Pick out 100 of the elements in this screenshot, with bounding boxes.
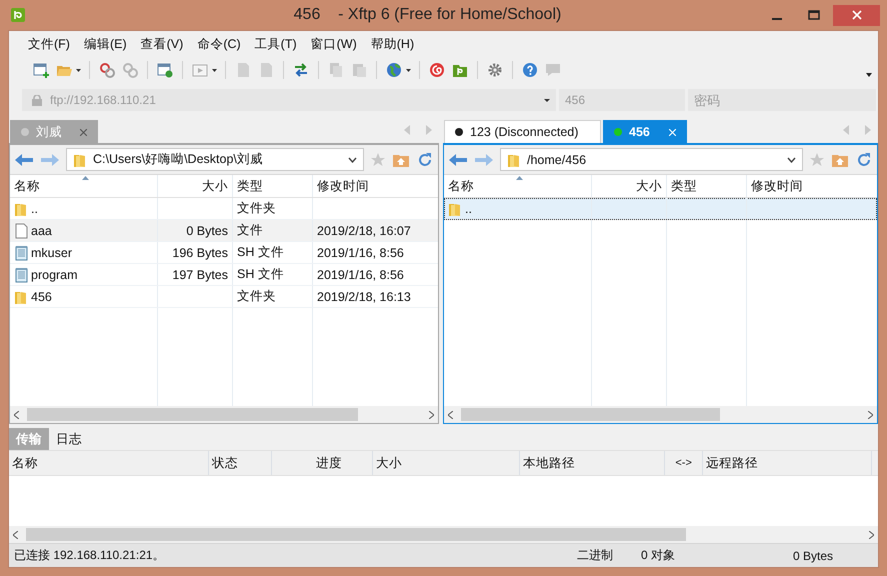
menu-item[interactable]: 查看(V) bbox=[136, 36, 188, 56]
bottom-tab[interactable]: 日志 bbox=[49, 428, 89, 450]
file-type: SH 文件 bbox=[237, 244, 284, 261]
star-icon[interactable] bbox=[810, 152, 824, 166]
column-header[interactable]: 类型 bbox=[233, 175, 313, 197]
script-file-icon bbox=[14, 244, 28, 260]
tab-right-icon[interactable] bbox=[426, 125, 432, 135]
forward-arrow-icon[interactable] bbox=[475, 152, 493, 166]
tab-right-icon[interactable] bbox=[865, 125, 871, 135]
column-header[interactable]: 修改时间 bbox=[313, 175, 438, 197]
file-type: SH 文件 bbox=[237, 266, 284, 283]
refresh-icon[interactable] bbox=[417, 152, 433, 168]
file-type: 文件夹 bbox=[237, 200, 276, 217]
scrollbar-thumb[interactable] bbox=[461, 408, 720, 421]
tab-label: 刘威 bbox=[36, 124, 62, 140]
help-icon[interactable] bbox=[522, 62, 538, 78]
tab-left-icon[interactable] bbox=[843, 125, 849, 135]
maximize-icon[interactable] bbox=[808, 10, 820, 20]
session-tab[interactable]: 123 (Disconnected) bbox=[444, 120, 601, 143]
home-folder-icon[interactable] bbox=[393, 152, 409, 166]
file-size: 0 Bytes bbox=[186, 224, 228, 238]
column-header[interactable]: 大小 bbox=[158, 175, 233, 197]
app-folder-icon[interactable] bbox=[452, 62, 468, 78]
dropdown-caret-icon[interactable] bbox=[76, 68, 81, 72]
home-folder-icon[interactable] bbox=[832, 152, 848, 166]
scroll-left-icon bbox=[13, 530, 18, 538]
swirl-icon[interactable] bbox=[429, 62, 445, 78]
column-header[interactable]: 状态 bbox=[208, 451, 272, 475]
settings-window-icon[interactable] bbox=[157, 62, 173, 78]
file-row[interactable]: aaa 0 Bytes 文件 2019/2/18, 16:07 bbox=[10, 220, 438, 242]
status-message: 已连接 192.168.110.21:21。 bbox=[14, 547, 165, 564]
modified-time: 2019/1/16, 8:56 bbox=[317, 246, 404, 260]
modified-time: 2019/2/18, 16:13 bbox=[317, 290, 411, 304]
column-header[interactable]: 类型 bbox=[667, 175, 747, 197]
menu-item[interactable]: 帮助(H) bbox=[366, 36, 420, 56]
file-name: 456 bbox=[31, 290, 52, 304]
file-row[interactable]: .. bbox=[444, 198, 877, 220]
menu-item[interactable]: 命令(C) bbox=[192, 36, 246, 56]
file-name: program bbox=[31, 268, 78, 282]
app-icon bbox=[10, 7, 26, 23]
menu-item[interactable]: 文件(F) bbox=[23, 36, 75, 56]
tab-label: 456 bbox=[629, 125, 650, 139]
column-header[interactable]: 本地路径 bbox=[520, 451, 666, 475]
dropdown-caret-icon[interactable] bbox=[406, 68, 411, 72]
file-name: .. bbox=[465, 202, 472, 216]
column-header[interactable]: 进度 bbox=[272, 451, 373, 475]
scroll-left-icon bbox=[14, 410, 19, 418]
paste-icon[interactable] bbox=[351, 62, 367, 78]
column-header[interactable]: 大小 bbox=[373, 451, 520, 475]
menu-item[interactable]: 工具(T) bbox=[250, 36, 302, 56]
column-header[interactable]: 名称 bbox=[10, 175, 158, 197]
document-icon[interactable] bbox=[235, 62, 251, 78]
path-field[interactable]: /home/456 bbox=[500, 148, 803, 171]
column-header[interactable]: <-> bbox=[665, 451, 704, 475]
close-button[interactable] bbox=[833, 4, 880, 26]
chat-icon[interactable] bbox=[545, 62, 561, 78]
globe-icon[interactable] bbox=[386, 62, 402, 78]
link-icon[interactable] bbox=[122, 62, 138, 78]
transfer-arrows-icon[interactable] bbox=[293, 62, 309, 78]
scroll-right-icon bbox=[868, 410, 873, 418]
overflow-caret-icon[interactable] bbox=[866, 73, 872, 77]
path-field[interactable]: C:\Users\好嗨呦\Desktop\刘威 bbox=[66, 148, 364, 171]
back-arrow-icon[interactable] bbox=[15, 152, 33, 166]
file-row[interactable]: mkuser 196 Bytes SH 文件 2019/1/16, 8:56 bbox=[10, 242, 438, 264]
refresh-icon[interactable] bbox=[856, 152, 872, 168]
file-type: 文件 bbox=[237, 222, 263, 239]
scroll-right-icon bbox=[869, 530, 874, 538]
scrollbar-thumb[interactable] bbox=[26, 528, 686, 541]
session-tab[interactable]: 456 bbox=[603, 120, 687, 143]
file-row[interactable]: program 197 Bytes SH 文件 2019/1/16, 8:56 bbox=[10, 264, 438, 286]
file-name: mkuser bbox=[31, 246, 72, 260]
file-name: .. bbox=[31, 202, 38, 216]
tab-left-icon[interactable] bbox=[404, 125, 410, 135]
forward-arrow-icon[interactable] bbox=[41, 152, 59, 166]
close-icon bbox=[852, 10, 862, 20]
column-header[interactable]: 名称 bbox=[444, 175, 592, 197]
script-file-icon bbox=[14, 266, 28, 282]
file-size: 196 Bytes bbox=[172, 246, 228, 260]
settings-icon[interactable] bbox=[487, 62, 503, 78]
menu-item[interactable]: 窗口(W) bbox=[306, 36, 362, 56]
column-header[interactable]: 大小 bbox=[592, 175, 667, 197]
disconnect-icon[interactable] bbox=[99, 62, 115, 78]
new-session-icon[interactable] bbox=[33, 62, 49, 78]
column-header[interactable]: 名称 bbox=[9, 451, 209, 475]
document-icon[interactable] bbox=[258, 62, 274, 78]
column-header[interactable]: 远程路径 bbox=[703, 451, 872, 475]
file-size: 197 Bytes bbox=[172, 268, 228, 282]
tab-label: 123 (Disconnected) bbox=[470, 125, 578, 139]
star-icon[interactable] bbox=[371, 152, 385, 166]
column-header[interactable]: 修改时间 bbox=[747, 175, 877, 197]
menu-item[interactable]: 编辑(E) bbox=[78, 36, 132, 56]
copy-icon[interactable] bbox=[328, 62, 344, 78]
dropdown-caret-icon[interactable] bbox=[212, 68, 217, 72]
file-row[interactable]: 456 文件夹 2019/2/18, 16:13 bbox=[10, 286, 438, 308]
total-size: 0 Bytes bbox=[792, 548, 833, 562]
sort-arrow-icon bbox=[82, 176, 89, 180]
back-arrow-icon[interactable] bbox=[449, 152, 467, 166]
file-type: 文件夹 bbox=[237, 288, 276, 305]
dropdown-caret-icon bbox=[544, 98, 550, 102]
scrollbar-thumb[interactable] bbox=[27, 408, 358, 421]
